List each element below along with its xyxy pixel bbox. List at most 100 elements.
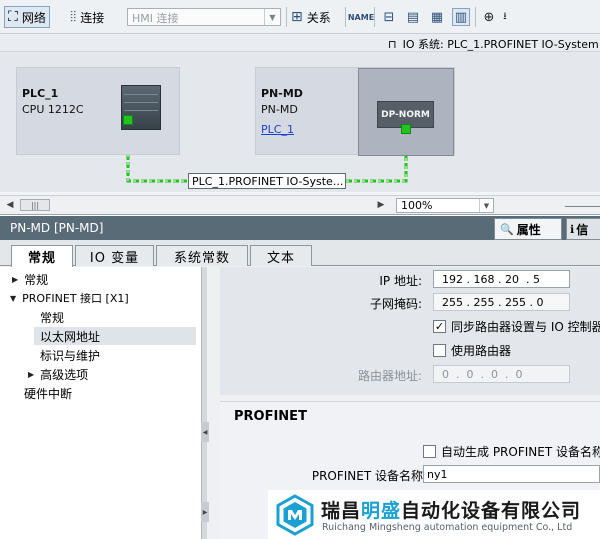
tree-item-label: 高级选项 [40,367,89,382]
subnet-mask-label: 子网掩码: [369,297,422,311]
split-view-icon[interactable]: ▥ [452,8,470,26]
toolbar-divider [374,7,375,27]
company-name-highlight: 明盛 [361,500,402,522]
toolbar-divider [345,7,346,27]
profinet-network-label[interactable]: PLC_1.PROFINET IO-Syste... [188,173,346,189]
subtab-io-tags[interactable]: IO 变量 [75,245,154,266]
tree-item-general[interactable]: ▶ 常规 [12,270,48,288]
device-name-field[interactable]: ny1 [423,465,600,483]
horizontal-scrollbar[interactable]: ◀ ||| ▶ 100% ▼ [0,195,600,214]
tree-item-ethernet-addresses[interactable]: 以太网地址 [34,327,196,345]
plc-device[interactable]: PLC_1 CPU 1212C [16,67,180,155]
navigation-tree: ▶ 常规 ▼ PROFINET 接口 [X1] 常规 以太网地址 标识与维护 ▶… [0,267,209,539]
subtab-texts[interactable]: 文本 [250,245,312,266]
properties-title: PN-MD [PN-MD] [10,221,104,235]
chevron-right-icon[interactable]: ▶ [28,370,34,379]
collapse-left-icon[interactable]: ◀ [201,422,209,442]
tree-splitter[interactable] [201,267,207,539]
pnmd-ethernet-port[interactable] [401,124,411,134]
tree-item-identification[interactable]: 标识与维护 [40,346,100,364]
pin-icon[interactable]: ⊓ [388,38,397,51]
zoom-slider[interactable] [565,206,600,207]
use-router-label: 使用路由器 [451,344,512,358]
tree-item-label: 硬件中断 [24,386,73,401]
sync-router-checkbox[interactable]: ✓ 同步路由器设置与 IO 控制器 [433,318,600,335]
ip-address-field[interactable]: 192 . 168 . 20 . 5 [433,270,570,288]
ip-address-label: IP 地址: [379,274,422,288]
tree-item-label: 标识与维护 [40,348,101,363]
checkbox-checked-icon[interactable]: ✓ [433,320,446,333]
pnmd-type: PN-MD [261,103,298,116]
scrollbar-thumb[interactable]: ||| [20,199,50,211]
use-router-checkbox[interactable]: 使用路由器 [433,342,511,359]
network-view-button[interactable]: ⛶ 网络 [4,6,50,28]
properties-icon: 🔍 [500,222,514,236]
plc-name: PLC_1 [22,87,59,100]
properties-title-bar: PN-MD [PN-MD] 🔍 属性 ℹ 信 [0,216,600,240]
company-name-en: Ruichang Mingsheng automation equipment … [322,522,573,533]
network-view: ⛶ 网络 ⦙⦙ 连接 HMI 连接 ▼ ⊞ 关系 NAME ⊟ ▤ ▦ ▥ ⊕ … [0,0,600,215]
name-icon[interactable]: NAME [348,8,374,26]
company-name-cn: 瑞昌明盛自动化设备有限公司 [321,496,581,523]
chevron-down-icon[interactable]: ▼ [479,199,493,212]
pnmd-controller-link[interactable]: PLC_1 [261,123,294,136]
io-system-bar: ⊓ IO 系统: PLC_1.PROFINET IO-System [0,34,600,52]
network-label: 网络 [21,10,46,25]
company-logo-icon [276,494,314,536]
auto-generate-name-label: 自动生成 PROFINET 设备名称 [441,445,600,459]
ethernet-addresses-section: IP 地址: 192 . 168 . 20 . 5 子网掩码: 255 . 25… [220,267,600,395]
zoom-select[interactable]: 100% ▼ [396,198,494,213]
subtab-system-constants[interactable]: 系统常数 [156,245,248,266]
tree-item-label: PROFINET 接口 [X1] [22,292,129,305]
subnet-mask-field[interactable]: 255 . 255 . 255 . 0 [433,293,570,311]
tab-info[interactable]: ℹ 信 [566,218,600,240]
scroll-right-icon[interactable]: ▶ [374,198,388,212]
plc-ethernet-port[interactable] [123,115,133,125]
hmi-connection-select[interactable]: HMI 连接 ▼ [127,8,281,26]
info-icon: ℹ [570,222,575,236]
router-address-label: 路由器地址: [357,369,422,383]
checkbox-empty-icon[interactable] [423,445,436,458]
toolbar-divider [475,7,476,27]
tree-item-profinet-interface[interactable]: ▼ PROFINET 接口 [X1] [10,289,129,307]
scroll-left-icon[interactable]: ◀ [3,198,17,212]
relation-label: 关系 [306,10,331,25]
tree-item-hardware-interrupts[interactable]: 硬件中断 [24,384,72,402]
tree-item-label: 常规 [24,272,49,287]
hmi-select-value: HMI 连接 [132,12,179,25]
chevron-right-icon[interactable]: ▶ [12,275,18,284]
checkbox-empty-icon[interactable] [433,344,446,357]
company-name-part: 自动化设备有限公司 [401,500,582,522]
io-system-text: ⊓ IO 系统: PLC_1.PROFINET IO-System [388,36,599,52]
table-icon[interactable]: ▤ [404,8,422,26]
grid-icon[interactable]: ▦ [428,8,446,26]
company-watermark: 瑞昌明盛自动化设备有限公司 Ruichang Mingsheng automat… [268,490,600,539]
connect-button[interactable]: ⦙⦙ 连接 [70,6,104,28]
tree-item-label: 以太网地址 [40,329,101,344]
toolbar-divider [286,7,287,27]
relation-button[interactable]: ⊞ 关系 [291,6,331,28]
dp-norm-module[interactable]: DP-NORM [358,68,454,156]
subtab-general[interactable]: 常规 [11,245,73,267]
chevron-down-icon[interactable]: ▼ [264,9,280,25]
profinet-heading: PROFINET [234,409,307,424]
sync-router-label: 同步路由器设置与 IO 控制器 [451,320,600,334]
expand-right-icon[interactable]: ▶ [201,502,209,522]
auto-generate-name-checkbox[interactable]: 自动生成 PROFINET 设备名称 [423,443,600,460]
tab-properties-label: 属性 [516,222,541,237]
plc-type: CPU 1212C [22,103,84,116]
tab-properties[interactable]: 🔍 属性 [494,218,562,240]
zoom-value: 100% [401,199,433,212]
tree-item-label: 常规 [40,310,65,325]
io-system-label: IO 系统: PLC_1.PROFINET IO-System [402,38,599,51]
tree-item-interface-general[interactable]: 常规 [40,308,64,326]
connection-icon: ⦙⦙ [70,9,77,25]
network-icon: ⛶ [8,9,18,25]
tree-item-advanced-options[interactable]: ▶ 高级选项 [28,365,88,383]
network-canvas[interactable]: PLC_1 CPU 1212C PN-MD PN-MD PLC_1 DP-NOR… [0,52,600,192]
network-overview-icon[interactable]: ⊟ [380,8,398,26]
router-address-field: 0 . 0 . 0 . 0 [433,365,570,383]
tab-info-label: 信 [576,222,589,237]
chevron-down-icon[interactable]: ▼ [10,294,16,303]
download-arrow-icon[interactable]: ⭳ [496,8,514,26]
